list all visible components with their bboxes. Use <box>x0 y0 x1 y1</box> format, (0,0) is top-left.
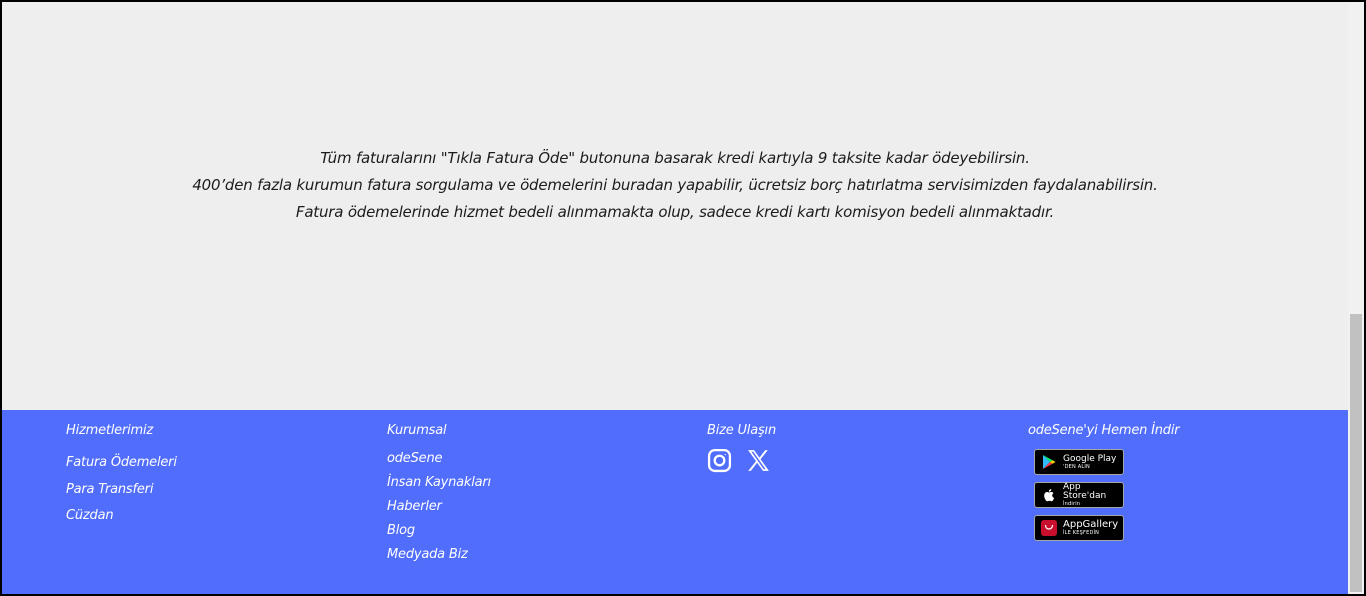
vertical-scrollbar[interactable] <box>1348 2 1364 594</box>
link-medyada-biz[interactable]: Medyada Biz <box>387 547 491 571</box>
link-blog[interactable]: Blog <box>387 523 491 547</box>
link-fatura-odemeleri[interactable]: Fatura Ödemeleri <box>66 455 177 482</box>
app-gallery-badge[interactable]: AppGallery İLE KEŞFEDİN <box>1034 515 1124 541</box>
footer-contact: Bize Ulaşın <box>707 423 776 473</box>
footer: Hizmetlerimiz Fatura Ödemeleri Para Tran… <box>2 410 1348 594</box>
footer-download: odeSene'yi Hemen İndir Google Play 'DEN … <box>1028 423 1180 548</box>
google-play-icon <box>1041 454 1057 470</box>
download-title: odeSene'yi Hemen İndir <box>1028 423 1180 438</box>
corporate-title: Kurumsal <box>387 423 447 438</box>
page-viewport: Tüm faturalarını "Tıkla Fatura Öde" buto… <box>2 2 1348 594</box>
app-store-sub: İndirin <box>1063 501 1081 507</box>
google-play-label: Google Play <box>1063 453 1117 464</box>
app-gallery-label: AppGallery <box>1063 519 1119 530</box>
x-twitter-icon[interactable] <box>746 448 771 473</box>
link-insan-kaynaklari[interactable]: İnsan Kaynakları <box>387 475 491 499</box>
link-para-transferi[interactable]: Para Transferi <box>66 482 177 509</box>
google-play-badge[interactable]: Google Play 'DEN ALIN <box>1034 449 1124 475</box>
info-line-1: Tüm faturalarını "Tıkla Fatura Öde" buto… <box>320 149 1030 167</box>
instagram-icon[interactable] <box>707 448 732 473</box>
info-line-3: Fatura ödemelerinde hizmet bedeli alınma… <box>295 203 1055 221</box>
link-odesene[interactable]: odeSene <box>387 451 491 475</box>
info-text: Tüm faturalarını "Tıkla Fatura Öde" buto… <box>2 145 1348 226</box>
app-store-badge[interactable]: App Store'dan İndirin <box>1034 482 1124 508</box>
scrollbar-thumb[interactable] <box>1350 314 1362 592</box>
link-haberler[interactable]: Haberler <box>387 499 491 523</box>
link-cuzdan[interactable]: Cüzdan <box>66 508 177 535</box>
services-title: Hizmetlerimiz <box>66 423 154 438</box>
footer-corporate: Kurumsal odeSene İnsan Kaynakları Haberl… <box>387 423 491 571</box>
google-play-sub: 'DEN ALIN <box>1063 463 1090 470</box>
info-line-2: 400’den fazla kurumun fatura sorgulama v… <box>192 176 1158 194</box>
contact-title: Bize Ulaşın <box>707 423 777 438</box>
footer-services: Hizmetlerimiz Fatura Ödemeleri Para Tran… <box>66 423 177 535</box>
app-gallery-sub: İLE KEŞFEDİN <box>1063 530 1100 536</box>
huawei-appgallery-icon <box>1041 520 1057 536</box>
app-store-label: App Store'dan <box>1063 482 1107 501</box>
apple-icon <box>1041 487 1057 503</box>
